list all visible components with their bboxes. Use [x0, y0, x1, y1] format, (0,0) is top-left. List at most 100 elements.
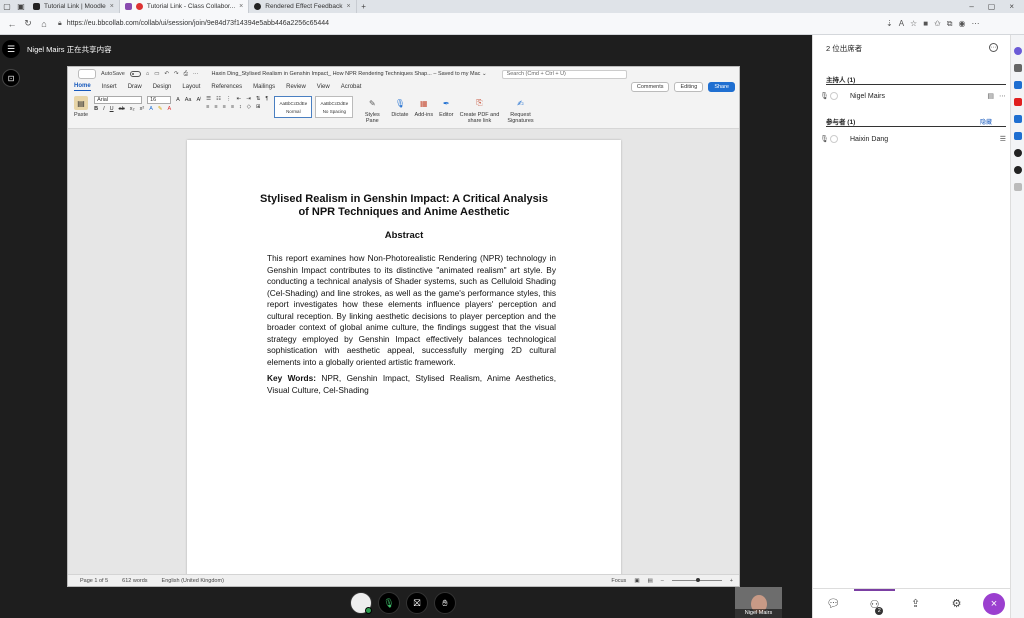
- align-center-icon[interactable]: ≡: [214, 104, 217, 110]
- zoom-out-icon[interactable]: –: [661, 578, 664, 584]
- font-size-select[interactable]: 16: [147, 96, 172, 104]
- sort-icon[interactable]: ⇅: [256, 96, 261, 102]
- add-app-icon[interactable]: [1013, 183, 1022, 191]
- strikethrough-icon[interactable]: ab: [119, 106, 125, 112]
- window-close-icon[interactable]: ×: [1009, 2, 1014, 11]
- outlook-icon[interactable]: [1013, 115, 1022, 123]
- increase-indent-icon[interactable]: ⇥: [246, 96, 251, 102]
- comments-button[interactable]: Comments: [630, 82, 670, 92]
- share-button[interactable]: Share: [708, 82, 735, 92]
- raise-hand-icon[interactable]: ✋︎: [434, 592, 456, 614]
- zoom-to-fit-icon[interactable]: ⊡: [2, 69, 20, 87]
- home-icon[interactable]: ⌂: [146, 71, 149, 77]
- word-search-input[interactable]: Search (Cmd + Ctrl + U): [501, 69, 627, 79]
- create-pdf-button[interactable]: ⎘ Create PDF and share link: [459, 96, 500, 124]
- tab-layout[interactable]: Layout: [182, 84, 200, 90]
- profile-icon[interactable]: ◉: [958, 19, 965, 28]
- save-icon[interactable]: ▭: [154, 71, 159, 77]
- app-icon[interactable]: [1013, 166, 1022, 174]
- page-count[interactable]: Page 1 of 5: [80, 578, 108, 584]
- browser-tab-feedback[interactable]: Rendered Effect Feedback ×: [249, 0, 357, 13]
- styles-pane-button[interactable]: ✎ Styles Pane: [359, 96, 385, 125]
- read-aloud-icon[interactable]: A: [899, 19, 904, 28]
- more-icon[interactable]: ⋯: [971, 19, 979, 28]
- align-right-icon[interactable]: ≡: [223, 104, 226, 110]
- tab-draw[interactable]: Draw: [128, 84, 142, 90]
- collections-icon[interactable]: ⧉: [947, 19, 953, 29]
- style-no-spacing[interactable]: AaBbCcDdEe No Spacing: [315, 96, 354, 118]
- decrease-indent-icon[interactable]: ⇤: [237, 96, 242, 102]
- bullets-icon[interactable]: ☰: [206, 96, 211, 102]
- session-menu-icon[interactable]: ☰: [2, 40, 20, 58]
- browser-tab-moodle[interactable]: Tutorial Link | Moodle ×: [28, 0, 120, 13]
- close-icon[interactable]: ×: [239, 3, 243, 10]
- redo-icon[interactable]: ↷: [174, 71, 179, 77]
- chat-icon[interactable]: 💬︎: [813, 589, 854, 618]
- web-layout-icon[interactable]: ▤: [648, 578, 653, 584]
- line-spacing-icon[interactable]: ↕: [239, 104, 242, 110]
- home-icon[interactable]: ⌂: [36, 16, 52, 32]
- text-effects-icon[interactable]: A: [149, 106, 153, 112]
- tab-insert[interactable]: Insert: [102, 84, 117, 90]
- share-content-icon[interactable]: ⇪: [895, 589, 936, 618]
- autosave-toggle[interactable]: [129, 71, 141, 77]
- maximize-icon[interactable]: ▢: [988, 2, 996, 11]
- clear-format-icon[interactable]: A̸: [196, 97, 200, 103]
- justify-icon[interactable]: ≡: [231, 104, 234, 110]
- superscript-icon[interactable]: x²: [140, 106, 145, 112]
- font-color-icon[interactable]: A: [167, 106, 171, 112]
- minimize-icon[interactable]: –: [969, 2, 973, 11]
- download-icon[interactable]: ⇣: [886, 19, 893, 28]
- panel-options-icon[interactable]: ⋯: [989, 43, 998, 52]
- new-tab-icon[interactable]: +: [357, 0, 371, 13]
- zoom-in-icon[interactable]: +: [730, 578, 733, 584]
- refresh-icon[interactable]: ↻: [20, 16, 36, 32]
- tab-review[interactable]: Review: [286, 84, 306, 90]
- youtube-icon[interactable]: [1013, 98, 1022, 106]
- request-signatures-button[interactable]: ✍ Request Signatures: [505, 96, 535, 125]
- word-count[interactable]: 612 words: [122, 578, 147, 584]
- favorite-star-icon[interactable]: ☆: [910, 19, 917, 28]
- print-layout-icon[interactable]: ▣: [634, 578, 639, 584]
- url-field[interactable]: 🔒︎ https://eu.bbcollab.com/collab/ui/ses…: [58, 16, 878, 31]
- my-avatar-button[interactable]: [350, 592, 372, 614]
- settings-icon[interactable]: ⚙: [936, 589, 977, 618]
- participants-toggle-link[interactable]: 隐藏: [980, 117, 992, 126]
- paste-icon[interactable]: ▤: [74, 96, 89, 110]
- search-sidebar-icon[interactable]: [1013, 64, 1022, 72]
- focus-button[interactable]: Focus: [611, 578, 626, 584]
- app-icon[interactable]: [1013, 149, 1022, 157]
- underline-icon[interactable]: U: [110, 106, 114, 112]
- tools-icon[interactable]: [1013, 132, 1022, 140]
- microphone-toggle-icon[interactable]: 🎙︎: [378, 592, 400, 614]
- more-icon[interactable]: ⋯: [193, 71, 199, 77]
- tab-actions-icon[interactable]: ▣: [14, 0, 28, 13]
- show-marks-icon[interactable]: ¶: [265, 96, 268, 102]
- attendee-row[interactable]: 🎙︎ Nigel Mairs ▤ ⋯: [820, 89, 1006, 103]
- menu-icon[interactable]: ☰: [1000, 135, 1006, 143]
- undo-icon[interactable]: ↶: [164, 71, 169, 77]
- align-left-icon[interactable]: ≡: [206, 104, 209, 110]
- grow-font-icon[interactable]: A: [176, 97, 180, 103]
- tab-acrobat[interactable]: Acrobat: [341, 84, 362, 90]
- shopping-icon[interactable]: [1013, 81, 1022, 89]
- attendee-row[interactable]: 🎙︎ Haixin Dang ☰: [820, 132, 1006, 146]
- back-icon[interactable]: ←: [4, 16, 20, 32]
- borders-icon[interactable]: ⊞: [256, 104, 261, 110]
- browser-tab-collab[interactable]: Tutorial Link - Class Collabor... ×: [119, 0, 250, 13]
- workspaces-icon[interactable]: ▢: [0, 0, 14, 13]
- bold-icon[interactable]: B: [94, 106, 98, 112]
- close-icon[interactable]: ×: [110, 3, 114, 10]
- multilevel-icon[interactable]: ⋮: [226, 96, 232, 102]
- zoom-slider[interactable]: [671, 578, 722, 582]
- style-normal[interactable]: AaBbCcDdEe Normal: [274, 96, 313, 118]
- print-icon[interactable]: ⎙: [184, 71, 188, 78]
- tab-mailings[interactable]: Mailings: [253, 84, 275, 90]
- editor-button[interactable]: ✒ Editor: [439, 96, 453, 119]
- shading-icon[interactable]: ◇: [247, 104, 251, 110]
- italic-icon[interactable]: I: [103, 106, 105, 112]
- numbering-icon[interactable]: ☷: [216, 96, 221, 102]
- dictate-button[interactable]: 🎙︎ Dictate: [391, 96, 408, 119]
- subscript-icon[interactable]: x₂: [130, 106, 135, 112]
- close-panel-icon[interactable]: ×: [983, 592, 1005, 615]
